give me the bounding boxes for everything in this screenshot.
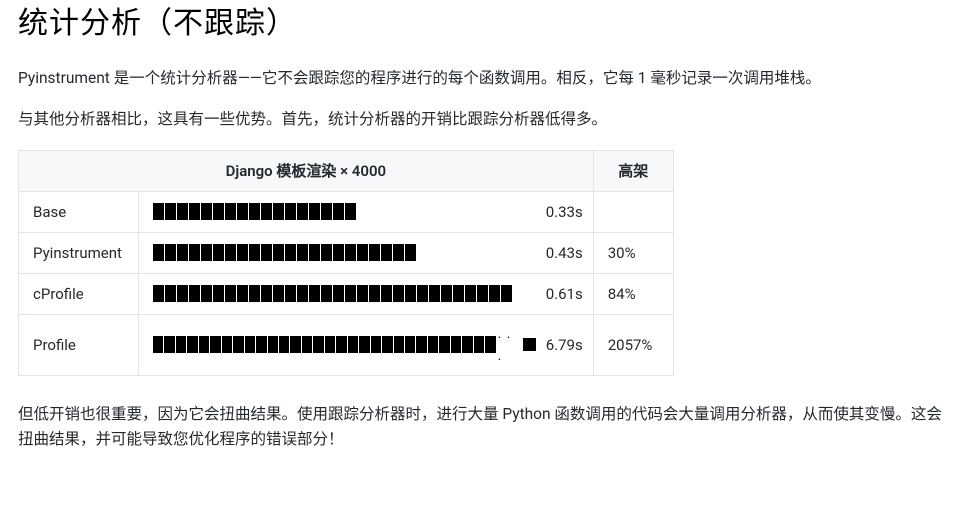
time-value: 0.43s bbox=[546, 241, 583, 265]
profiler-name: Base bbox=[19, 191, 139, 232]
time-value: 0.61s bbox=[546, 282, 583, 306]
table-row: Base 0.33s bbox=[19, 191, 674, 232]
table-row: cProfile 0.61s 84% bbox=[19, 273, 674, 314]
overhead-value bbox=[593, 191, 673, 232]
intro-paragraph-2: 与其他分析器相比，这具有一些优势。首先，统计分析器的开销比跟踪分析器低得多。 bbox=[18, 107, 956, 132]
outro-paragraph: 但低开销也很重要，因为它会扭曲结果。使用跟踪分析器时，进行大量 Python 函… bbox=[18, 402, 956, 452]
time-value: 0.33s bbox=[546, 200, 583, 224]
progress-bar bbox=[153, 285, 512, 302]
profiler-name: cProfile bbox=[19, 273, 139, 314]
table-row: Pyinstrument 0.43s 30% bbox=[19, 232, 674, 273]
overhead-table-wrap: Django 模板渲染 × 4000 高架 Base 0.33s Pyinstrum… bbox=[18, 150, 956, 377]
profiler-name: Pyinstrument bbox=[19, 232, 139, 273]
progress-bar bbox=[153, 203, 356, 220]
profiler-name: Profile bbox=[19, 314, 139, 376]
overhead-value: 2057% bbox=[593, 314, 673, 376]
overhead-table: Django 模板渲染 × 4000 高架 Base 0.33s Pyinstrum… bbox=[18, 150, 674, 377]
overhead-value: 84% bbox=[593, 273, 673, 314]
bar-cell: 0.61s bbox=[139, 273, 594, 314]
table-row: Profile . . . 6.79s 2057% bbox=[19, 314, 674, 376]
time-value: 6.79s bbox=[546, 333, 583, 357]
progress-bar: . . . bbox=[153, 323, 536, 368]
bar-cell: 0.33s bbox=[139, 191, 594, 232]
table-header-overhead: 高架 bbox=[593, 150, 673, 191]
overhead-value: 30% bbox=[593, 232, 673, 273]
intro-paragraph-1: Pyinstrument 是一个统计分析器——它不会跟踪您的程序进行的每个函数调… bbox=[18, 66, 956, 91]
page-heading: 统计分析（不跟踪） bbox=[18, 0, 956, 48]
bar-cell: . . . 6.79s bbox=[139, 314, 594, 376]
ellipsis-icon: . . . bbox=[497, 323, 521, 368]
bar-cell: 0.43s bbox=[139, 232, 594, 273]
table-header-main: Django 模板渲染 × 4000 bbox=[19, 150, 594, 191]
progress-bar bbox=[153, 244, 416, 261]
